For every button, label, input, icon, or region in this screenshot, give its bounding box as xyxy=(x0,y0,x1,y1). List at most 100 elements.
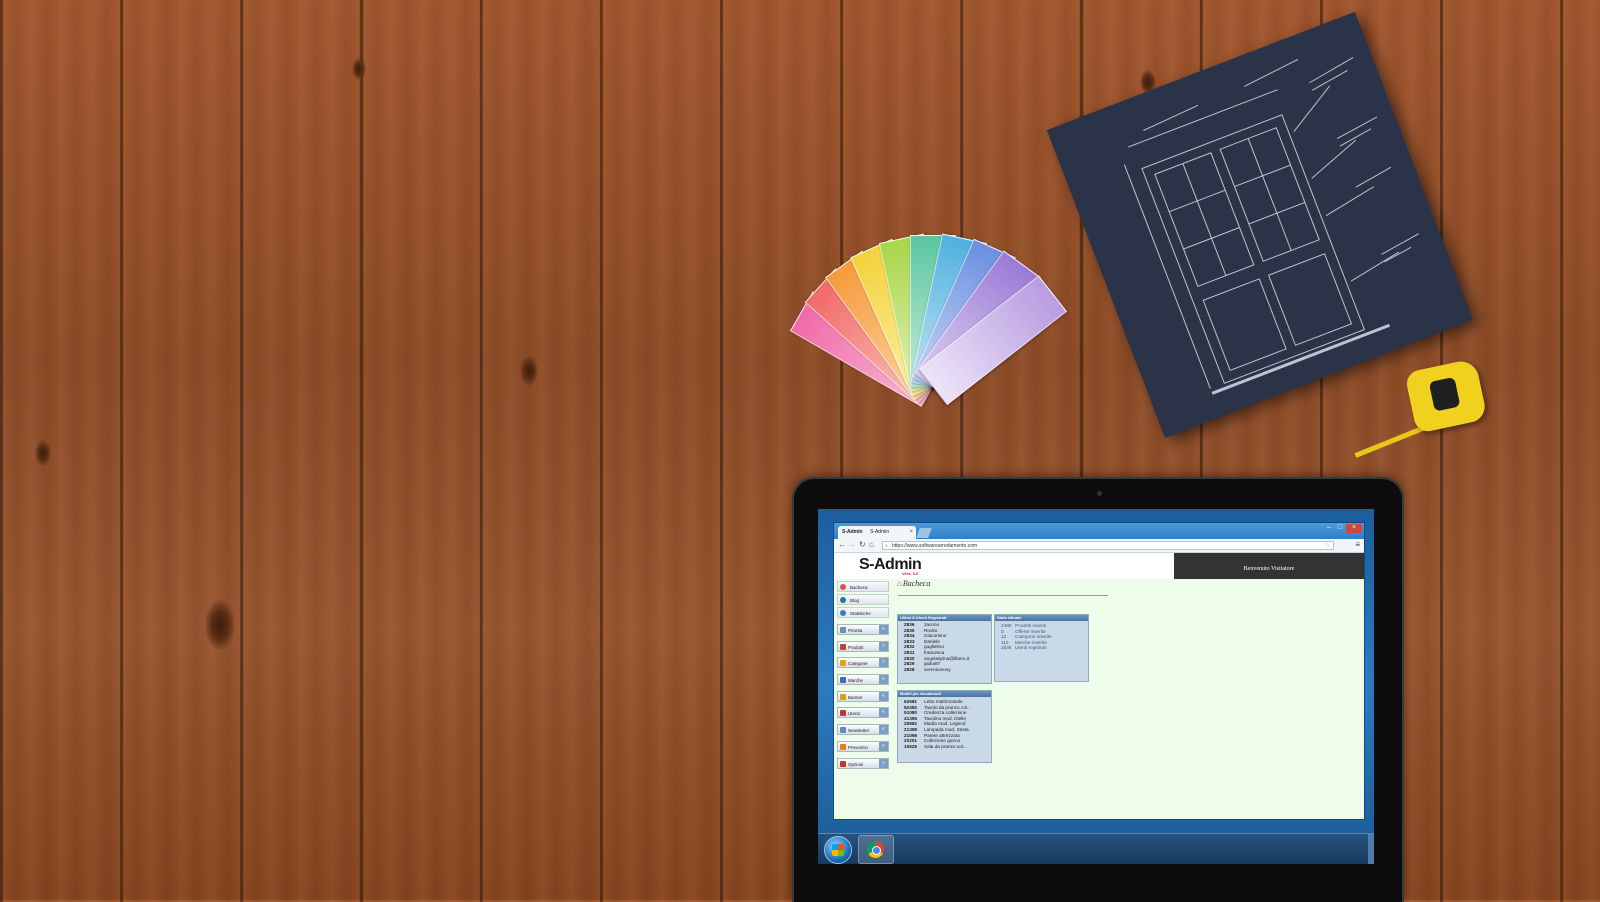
laptop-screen: S-Admin S-Admin × – □ × ← → ↻ ⌂ ⌕ https:… xyxy=(818,509,1374,864)
welcome-banner: Benvenuto Visitatore xyxy=(1174,553,1364,579)
user-icon xyxy=(840,710,846,717)
page-title-text: Bacheca xyxy=(902,579,931,588)
taskbar-chrome-button[interactable] xyxy=(858,835,894,864)
expand-arrow-icon[interactable]: « xyxy=(879,758,888,768)
sidebar-item-preventivi[interactable]: Preventivi « xyxy=(837,740,889,752)
stat-row: 2836 Utenti registrati xyxy=(995,645,1088,651)
stat-label: Prodotti inseriti xyxy=(1015,623,1047,628)
tape-core xyxy=(1428,376,1461,412)
sidebar-item-blog[interactable]: Blog xyxy=(837,594,889,605)
home-icon: ⌂ xyxy=(897,579,902,588)
folder-icon xyxy=(840,660,846,667)
wood-knot xyxy=(352,58,366,80)
options-icon xyxy=(840,760,846,767)
windows-logo-icon xyxy=(832,844,844,856)
new-tab-button[interactable] xyxy=(916,528,932,538)
products-icon xyxy=(840,643,846,650)
tab-title: S-Admin xyxy=(842,529,863,535)
product-name: Tavolino mod. Dielle xyxy=(924,715,966,721)
laptop: S-Admin S-Admin × – □ × ← → ↻ ⌂ ⌕ https:… xyxy=(792,477,1404,902)
stat-label: Marche inserite xyxy=(1015,639,1048,645)
list-item[interactable]: 15529 Sala da pranzo col... xyxy=(898,744,991,750)
tape-blade xyxy=(1354,425,1426,458)
sidebar-item-newsletter[interactable]: Newsletter « xyxy=(837,724,889,736)
expand-arrow-icon[interactable]: « xyxy=(879,658,888,668)
sidebar-item-prodotti[interactable]: Prodotti « xyxy=(837,640,889,652)
list-item[interactable]: 2828 serenicarosy xyxy=(898,667,991,673)
close-icon[interactable]: × xyxy=(1346,524,1362,533)
expand-arrow-icon[interactable]: « xyxy=(879,625,888,634)
product-name: Parete attrezzata xyxy=(924,732,960,738)
maximize-icon[interactable]: □ xyxy=(1335,524,1345,533)
page-content: S-Admin Vers. 3.0 Benvenuto Visitatore ⌂… xyxy=(834,553,1364,819)
browser-toolbar: ← → ↻ ⌂ ⌕ https://www.softwarearredament… xyxy=(834,539,1364,553)
wordpress-icon xyxy=(840,597,846,603)
expand-arrow-icon[interactable]: « xyxy=(879,741,888,751)
sidebar-item-banner[interactable]: Banner « xyxy=(837,690,889,702)
back-icon[interactable]: ← xyxy=(838,540,846,550)
paint-swatch-fan xyxy=(789,225,1067,455)
user-name: Rovito xyxy=(924,627,938,633)
user-name: francesca xyxy=(924,649,945,655)
sidebar-item-categorie[interactable]: Categorie « xyxy=(837,657,889,669)
wood-knot xyxy=(520,356,538,386)
expand-arrow-icon[interactable]: « xyxy=(879,641,888,651)
most-viewed-panel: Mobili più visualizzati 62581 Letto matri… xyxy=(897,690,992,763)
stat-label: Offerte inserite xyxy=(1015,628,1046,634)
address-bar[interactable]: ⌕ https://www.softwarearredamento.com ☆ xyxy=(882,541,1334,550)
minimize-icon[interactable]: – xyxy=(1324,524,1334,533)
reload-icon[interactable]: ↻ xyxy=(859,540,866,550)
stat-label: Categorie inserite xyxy=(1015,634,1052,640)
chrome-icon xyxy=(867,841,884,858)
product-name: Letto matrimoniale xyxy=(924,699,963,704)
tab-strip: S-Admin S-Admin × – □ × xyxy=(834,523,1364,539)
sidebar: Bacheca Blog Statistiche Priorita « Prodo… xyxy=(837,581,889,774)
expand-arrow-icon[interactable]: « xyxy=(879,725,888,735)
browser-window: S-Admin S-Admin × – □ × ← → ↻ ⌂ ⌕ https:… xyxy=(833,522,1365,820)
tab-close-icon[interactable]: × xyxy=(909,526,913,539)
tape-measure-icon xyxy=(1404,358,1488,434)
user-name: Giacomino xyxy=(924,633,947,639)
forward-icon[interactable]: → xyxy=(848,540,856,550)
sidebar-item-label: Marche xyxy=(848,678,864,684)
sidebar-item-label: Banner xyxy=(848,694,863,700)
start-button[interactable] xyxy=(824,836,852,864)
menu-icon[interactable]: ≡ xyxy=(1355,540,1360,550)
expand-arrow-icon[interactable]: « xyxy=(879,691,888,701)
wood-knot xyxy=(35,440,51,466)
show-desktop-button[interactable] xyxy=(1368,834,1374,864)
user-name: angelaspina@libero.it xyxy=(924,655,970,661)
sidebar-item-label: Prodotti xyxy=(848,644,864,650)
home-icon[interactable]: ⌂ xyxy=(869,540,874,550)
bookmark-star-icon[interactable]: ☆ xyxy=(1325,542,1330,551)
sidebar-item-priorita[interactable]: Priorita « xyxy=(837,624,889,635)
expand-arrow-icon[interactable]: « xyxy=(879,708,888,718)
tab-title-extra: S-Admin xyxy=(869,529,890,535)
sidebar-item-label: Opzioni xyxy=(848,761,864,767)
user-name: Jacono xyxy=(924,622,940,627)
sidebar-item-label: Preventivi xyxy=(848,744,868,750)
sidebar-item-utenti[interactable]: Utenti « xyxy=(837,707,889,719)
sidebar-item-marche[interactable]: Marche « xyxy=(837,674,889,686)
taskbar xyxy=(818,833,1374,864)
sidebar-item-label: Statistiche xyxy=(850,611,871,616)
sidebar-item-bacheca[interactable]: Bacheca xyxy=(837,581,889,592)
user-id: 2828 xyxy=(904,666,915,672)
browser-tab[interactable]: S-Admin S-Admin × xyxy=(838,526,916,539)
quote-icon xyxy=(840,743,846,750)
expand-arrow-icon[interactable]: « xyxy=(879,675,888,685)
product-name: Madia mod. Legend xyxy=(924,721,966,727)
product-name: Credenza collezione xyxy=(924,710,967,716)
sidebar-item-label: Blog xyxy=(850,598,860,603)
recent-users-panel: Ultimi 8 Utenti Registrati 2836 Jacono 28… xyxy=(897,614,992,684)
product-name: Collezione giorno xyxy=(924,738,961,744)
sidebar-item-opzioni[interactable]: Opzioni « xyxy=(837,757,889,769)
wood-knot xyxy=(205,600,235,650)
brand-icon xyxy=(840,677,846,684)
url-text: https://www.softwarearredamento.com xyxy=(892,543,978,549)
search-icon: ⌕ xyxy=(885,543,888,549)
sidebar-item-label: Bacheca xyxy=(850,585,868,590)
sidebar-item-statistiche[interactable]: Statistiche xyxy=(837,607,889,618)
stat-count: 2836 xyxy=(1001,645,1012,651)
stats-icon xyxy=(840,610,846,616)
